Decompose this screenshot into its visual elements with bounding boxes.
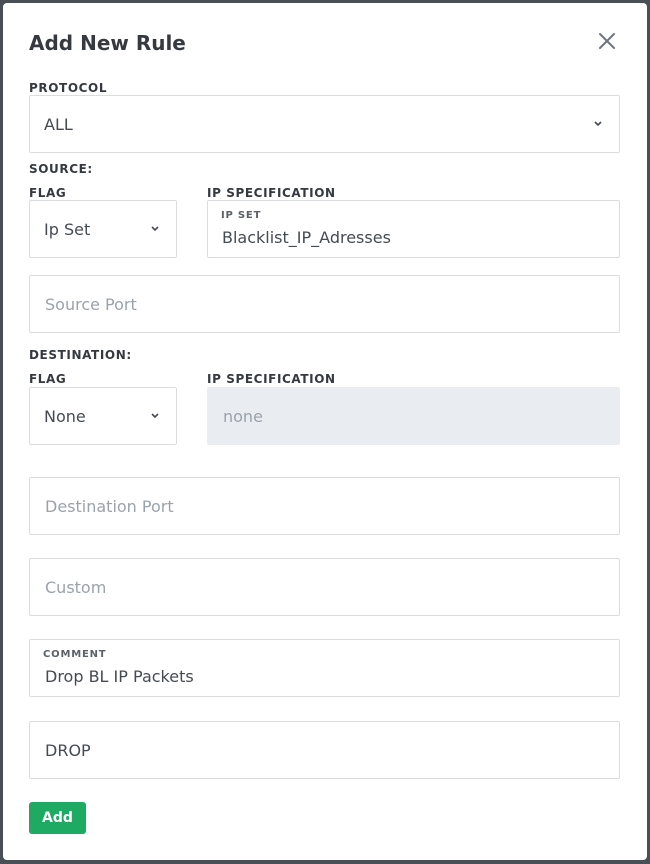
destination-port-input[interactable]: Destination Port bbox=[29, 477, 620, 535]
chevron-down-icon bbox=[594, 121, 602, 127]
action-input[interactable]: DROP bbox=[29, 721, 620, 779]
source-port-placeholder: Source Port bbox=[45, 295, 137, 314]
ip-set-value: Blacklist_IP_Adresses bbox=[222, 228, 391, 247]
custom-placeholder: Custom bbox=[45, 578, 107, 597]
add-button[interactable]: Add bbox=[29, 802, 86, 834]
chevron-down-icon bbox=[151, 413, 159, 419]
source-ip-set-field[interactable]: IP SET Blacklist_IP_Adresses bbox=[207, 200, 620, 258]
source-flag-select[interactable]: Ip Set bbox=[29, 200, 177, 258]
ip-set-caption: IP SET bbox=[221, 210, 262, 221]
chevron-down-icon bbox=[151, 226, 159, 232]
protocol-label: PROTOCOL bbox=[29, 81, 108, 95]
destination-ip-spec-label: IP SPECIFICATION bbox=[207, 372, 336, 386]
add-rule-dialog: Add New Rule PROTOCOL ALL SOURCE: FLAG I… bbox=[3, 3, 647, 860]
destination-ip-spec-placeholder: none bbox=[223, 407, 263, 426]
custom-input[interactable]: Custom bbox=[29, 558, 620, 616]
source-port-input[interactable]: Source Port bbox=[29, 275, 620, 333]
protocol-select[interactable]: ALL bbox=[29, 95, 620, 153]
destination-section-label: DESTINATION: bbox=[29, 348, 132, 362]
dialog-title: Add New Rule bbox=[29, 31, 186, 55]
comment-value: Drop BL IP Packets bbox=[45, 667, 194, 686]
action-value: DROP bbox=[45, 741, 91, 760]
protocol-value: ALL bbox=[44, 115, 73, 134]
destination-ip-spec-input: none bbox=[207, 387, 620, 445]
source-ip-spec-label: IP SPECIFICATION bbox=[207, 186, 336, 200]
comment-caption: COMMENT bbox=[43, 649, 107, 660]
destination-flag-select[interactable]: None bbox=[29, 387, 177, 445]
destination-flag-value: None bbox=[44, 407, 86, 426]
destination-flag-label: FLAG bbox=[29, 372, 67, 386]
destination-port-placeholder: Destination Port bbox=[45, 497, 174, 516]
source-flag-value: Ip Set bbox=[44, 220, 91, 239]
close-icon bbox=[599, 33, 615, 49]
source-section-label: SOURCE: bbox=[29, 162, 93, 176]
close-button[interactable] bbox=[593, 27, 621, 55]
comment-input[interactable]: COMMENT Drop BL IP Packets bbox=[29, 639, 620, 697]
source-flag-label: FLAG bbox=[29, 186, 67, 200]
